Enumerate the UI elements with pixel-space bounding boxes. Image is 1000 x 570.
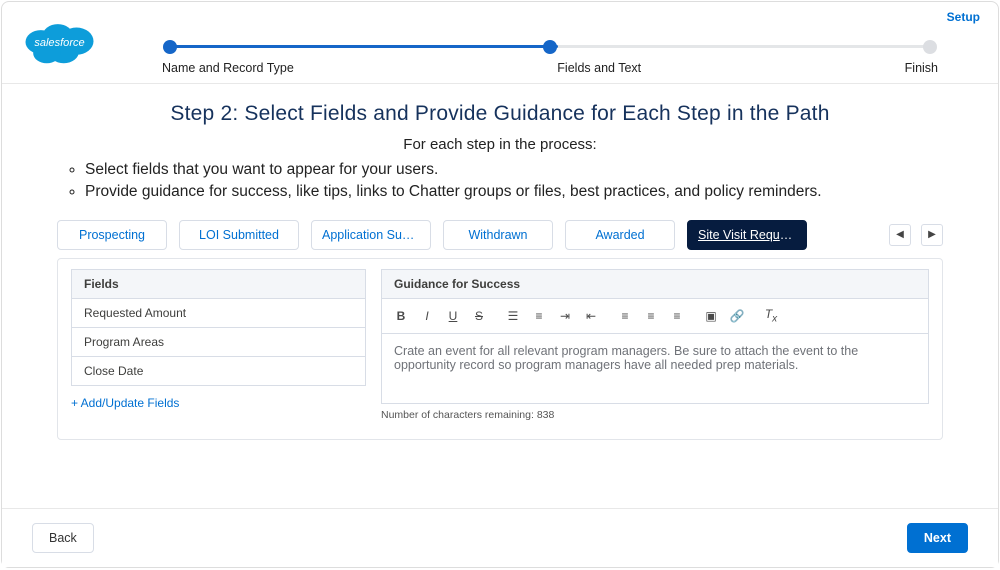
wizard-stepper: Name and Record Type Fields and Text Fin… (102, 12, 998, 75)
instruction-item: Provide guidance for success, like tips,… (85, 181, 943, 203)
bold-icon: B (397, 309, 406, 323)
editor-toolbar: B I U S ☰ ≡ ⇥ ⇤ ≡ ≡ ≡ ▣ 🔗 (381, 299, 929, 334)
underline-icon: U (449, 309, 458, 323)
align-left-icon: ≡ (621, 309, 628, 323)
underline-button[interactable]: U (440, 305, 466, 327)
stage-tab-application-submitted[interactable]: Application Sub… (311, 220, 431, 250)
step-label-2: Fields and Text (557, 61, 641, 75)
chevron-left-icon: ◀ (896, 230, 904, 240)
strike-icon: S (475, 309, 483, 323)
step-dot-3 (923, 40, 937, 54)
step-dot-1 (163, 40, 177, 54)
bullet-list-icon: ☰ (508, 309, 519, 323)
subheading: For each step in the process: (57, 136, 943, 153)
salesforce-logo: salesforce (17, 12, 102, 72)
bold-button[interactable]: B (388, 305, 414, 327)
outdent-button[interactable]: ⇤ (578, 305, 604, 327)
image-icon: ▣ (705, 309, 716, 323)
next-button[interactable]: Next (907, 523, 968, 553)
guidance-header: Guidance for Success (381, 269, 929, 299)
numbered-list-button[interactable]: ≡ (526, 305, 552, 327)
back-button[interactable]: Back (32, 523, 94, 553)
page-title: Step 2: Select Fields and Provide Guidan… (57, 102, 943, 126)
instruction-item: Select fields that you want to appear fo… (85, 159, 943, 181)
char-count: Number of characters remaining: 838 (381, 409, 929, 421)
indent-icon: ⇥ (560, 309, 570, 323)
stage-tab-withdrawn[interactable]: Withdrawn (443, 220, 553, 250)
field-item[interactable]: Close Date (71, 357, 366, 386)
step-label-3: Finish (905, 61, 938, 75)
step-dot-2 (543, 40, 557, 54)
fields-header: Fields (71, 269, 366, 299)
numbered-list-icon: ≡ (535, 309, 542, 323)
stage-tab-site-visit-requested[interactable]: Site Visit Reques… (687, 220, 807, 250)
field-item[interactable]: Program Areas (71, 328, 366, 357)
stage-next-button[interactable]: ▶ (921, 224, 943, 246)
align-right-icon: ≡ (673, 309, 680, 323)
align-center-icon: ≡ (647, 309, 654, 323)
indent-button[interactable]: ⇥ (552, 305, 578, 327)
stage-tab-prospecting[interactable]: Prospecting (57, 220, 167, 250)
align-center-button[interactable]: ≡ (638, 305, 664, 327)
clear-format-button[interactable]: Tx (758, 305, 784, 327)
stage-prev-button[interactable]: ◀ (889, 224, 911, 246)
outdent-icon: ⇤ (586, 309, 596, 323)
bullet-list-button[interactable]: ☰ (500, 305, 526, 327)
clear-format-icon: Tx (765, 307, 777, 324)
stage-tab-loi-submitted[interactable]: LOI Submitted (179, 220, 299, 250)
italic-icon: I (425, 309, 428, 323)
italic-button[interactable]: I (414, 305, 440, 327)
image-button[interactable]: ▣ (698, 305, 724, 327)
guidance-editor[interactable]: Crate an event for all relevant program … (381, 334, 929, 404)
link-icon: 🔗 (730, 309, 745, 323)
align-right-button[interactable]: ≡ (664, 305, 690, 327)
stage-tab-awarded[interactable]: Awarded (565, 220, 675, 250)
link-button[interactable]: 🔗 (724, 305, 750, 327)
step-label-1: Name and Record Type (162, 61, 294, 75)
setup-link[interactable]: Setup (947, 10, 980, 24)
align-left-button[interactable]: ≡ (612, 305, 638, 327)
chevron-right-icon: ▶ (928, 230, 936, 240)
add-update-fields-link[interactable]: + Add/Update Fields (71, 396, 179, 410)
field-item[interactable]: Requested Amount (71, 299, 366, 328)
svg-text:salesforce: salesforce (34, 37, 84, 49)
strike-button[interactable]: S (466, 305, 492, 327)
